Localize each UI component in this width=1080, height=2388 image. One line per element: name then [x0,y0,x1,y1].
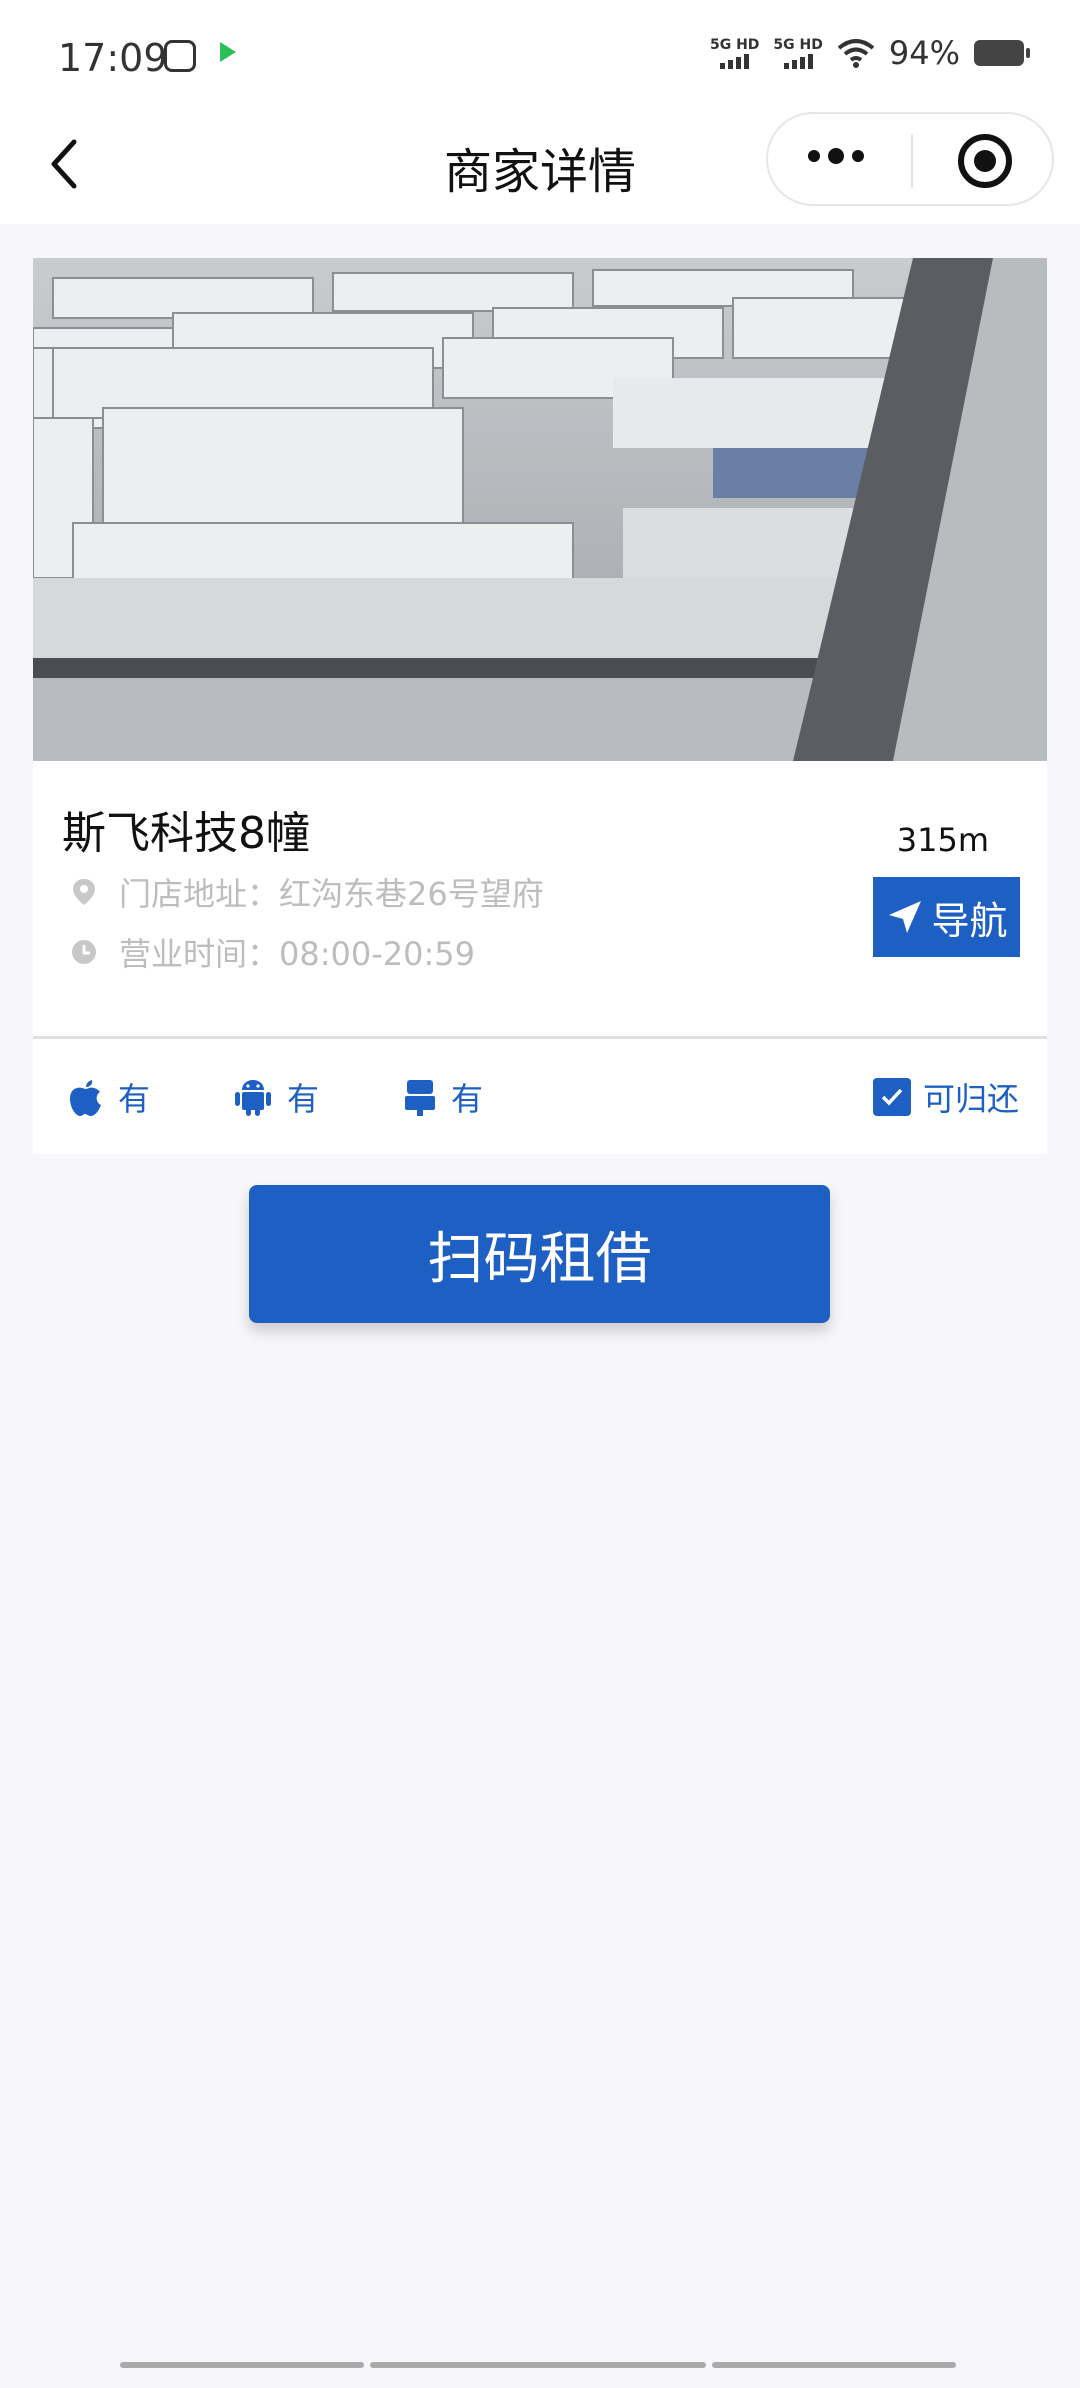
shop-name: 斯飞科技8幢 [62,808,310,859]
apple-icon [70,1080,101,1116]
typec-value: 有 [451,1080,484,1118]
title-bar: 商家详情 [0,110,1080,224]
signal-icon: 5G HD [710,38,759,69]
status-bar: 17:09 5G HD 5G HD 94% [0,0,1080,110]
capsule-divider [911,134,913,188]
shop-address: 门店地址：红沟东巷26号望府 [119,875,544,913]
shop-distance: 315m [896,821,989,859]
address-row: 门店地址：红沟东巷26号望府 [69,869,544,915]
hours-row: 营业时间：08:00-20:59 [69,929,475,975]
typec-plug-icon [405,1080,435,1116]
home-indicator [120,2362,956,2368]
feature-typec: 有 [403,1074,483,1120]
battery-percent: 94% [888,34,960,72]
status-right: 5G HD 5G HD 94% [710,34,1030,72]
shop-photo [33,258,1047,761]
more-menu-icon[interactable] [808,148,864,164]
shop-hours: 营业时间：08:00-20:59 [119,935,475,973]
miniprogram-capsule [766,112,1054,206]
returnable-checkbox [872,1078,911,1116]
feature-ios: 有 [66,1074,150,1120]
feature-android: 有 [233,1074,319,1120]
navigate-button[interactable]: 导航 [873,877,1020,957]
ios-value: 有 [118,1080,151,1118]
scan-to-rent-button[interactable]: 扫码租借 [249,1185,830,1323]
video-app-icon [216,40,244,68]
shop-card: 斯飞科技8幢 门店地址：红沟东巷26号望府 营业时间：08:00-20:59 3… [33,258,1047,1154]
navigation-arrow-icon [889,901,922,933]
location-pin-icon [73,879,95,905]
returnable-label: 可归还 [922,1080,1019,1118]
battery-icon [974,40,1030,66]
signal-icon-2: 5G HD [773,38,823,69]
android-value: 有 [287,1080,320,1118]
status-time: 17:09 [58,36,168,80]
app-notification-icon [164,40,196,72]
shop-info: 斯飞科技8幢 门店地址：红沟东巷26号望府 营业时间：08:00-20:59 3… [33,761,1047,1036]
checkmark-icon [881,1088,903,1106]
status-app-icons [164,40,244,72]
android-icon [235,1080,271,1116]
navigate-label: 导航 [931,898,1008,943]
feature-row: 有 有 有 可归还 [33,1039,1047,1154]
returnable-indicator: 可归还 [872,1074,1019,1120]
close-miniprogram-icon[interactable] [958,134,1012,188]
wifi-icon [837,39,875,68]
clock-icon [72,940,96,964]
